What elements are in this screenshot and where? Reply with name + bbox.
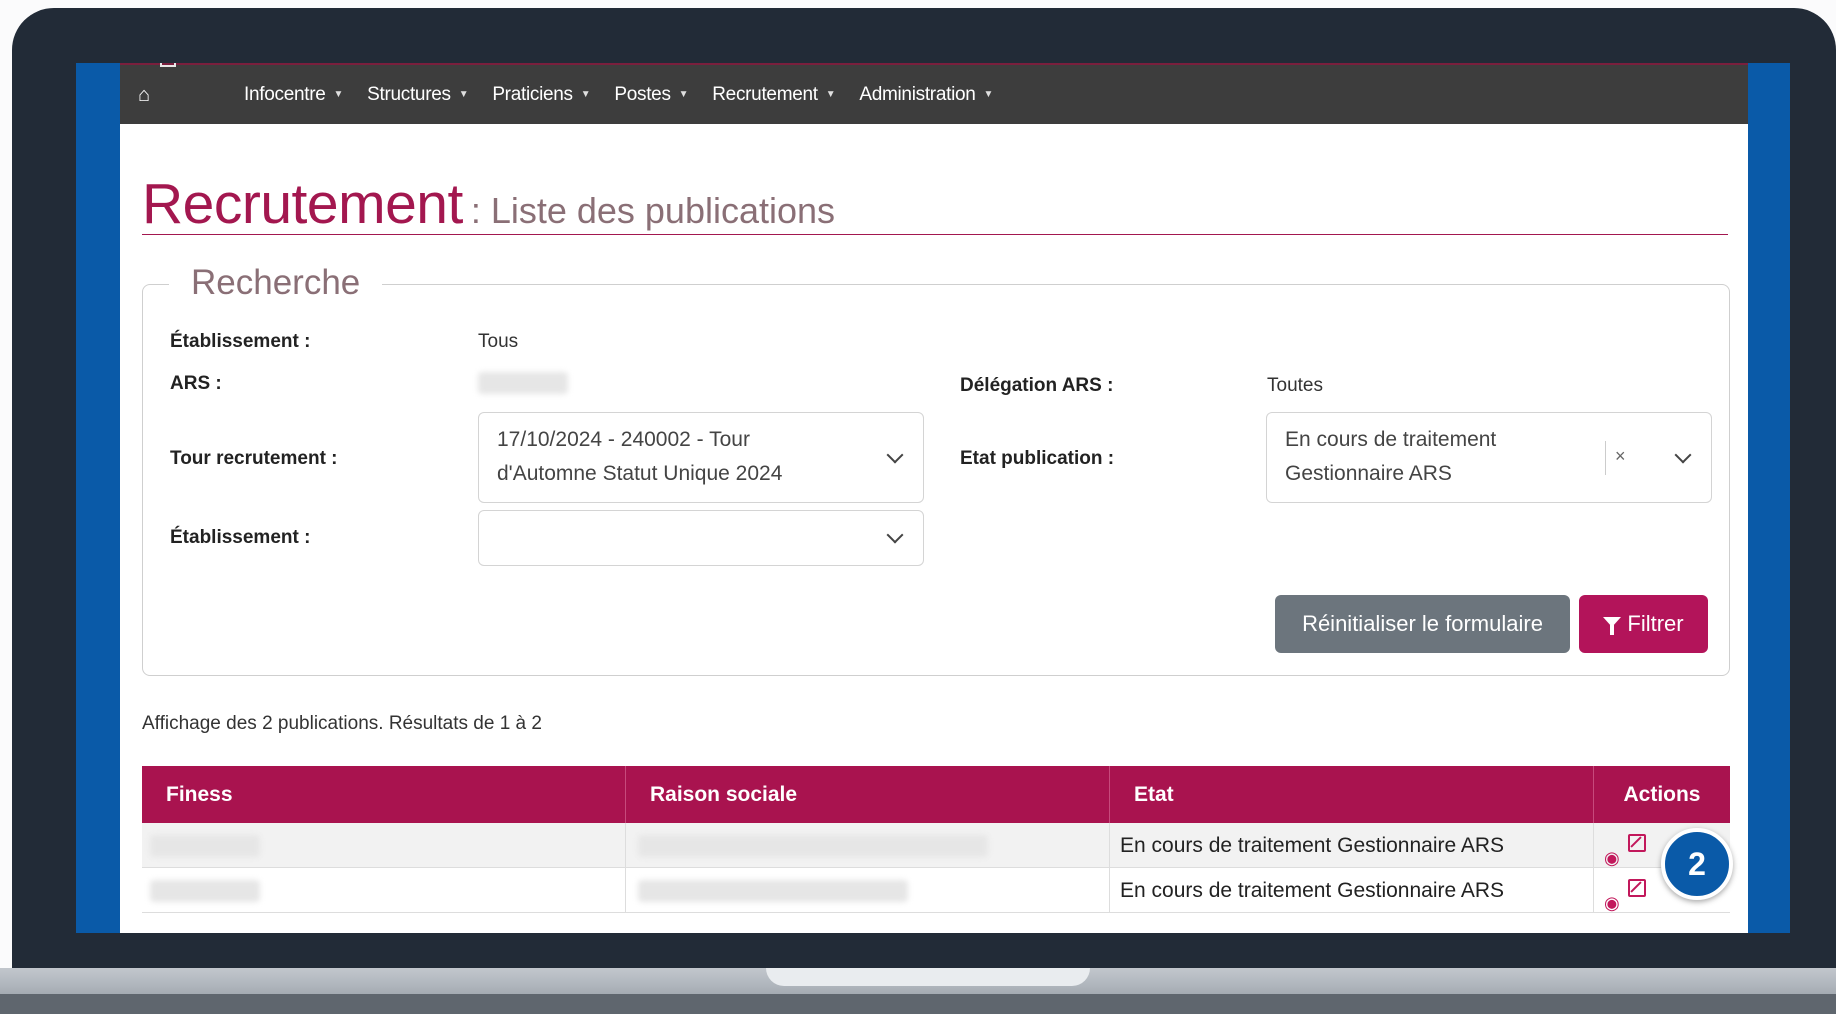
table-header: Finess Raison sociale Etat Actions [142, 766, 1730, 823]
raison-sociale-redacted [638, 835, 988, 857]
col-finess: Finess [142, 766, 626, 823]
home-icon[interactable]: ⌂ [138, 85, 160, 105]
cell-finess [142, 823, 626, 868]
caret-down-icon: ▼ [678, 89, 689, 100]
laptop-notch [766, 968, 1090, 986]
finess-redacted [150, 835, 260, 857]
col-actions: Actions [1623, 783, 1701, 806]
step-badge: 2 [1661, 828, 1733, 900]
laptop-shadow [0, 994, 1836, 1014]
etablissement-value: Tous [478, 331, 519, 352]
nav-item-label: Postes [614, 83, 671, 105]
table-row: En cours de traitement Gestionnaire ARS … [142, 868, 1730, 913]
nav-item-label: Infocentre [244, 83, 326, 105]
select-divider [1605, 441, 1606, 475]
cell-finess [142, 868, 626, 913]
tour-select-line2: d'Automne Statut Unique 2024 [497, 462, 783, 485]
delegation-label: Délégation ARS : [960, 375, 1114, 396]
etat-select-line1: En cours de traitement [1285, 428, 1497, 451]
results-info: Affichage des 2 publications. Résultats … [142, 713, 542, 734]
ars-label: ARS : [170, 373, 222, 394]
finess-redacted [150, 880, 260, 902]
nav-menu: Infocentre ▼ Structures ▼ Praticiens ▼ P… [244, 65, 993, 124]
laptop-frame: ⌂ Infocentre ▼ Structures ▼ Praticiens ▼ [0, 0, 1836, 1014]
page-title: Recrutement [142, 172, 463, 236]
etablissement2-label: Établissement : [170, 527, 311, 548]
etablissement-label: Établissement : [170, 331, 311, 352]
cell-raison-sociale [626, 868, 1110, 913]
tour-select[interactable]: 17/10/2024 - 240002 - Tour d'Automne Sta… [478, 412, 924, 503]
nav-item-praticiens[interactable]: Praticiens ▼ [492, 84, 590, 106]
main-navbar: ⌂ Infocentre ▼ Structures ▼ Praticiens ▼ [120, 63, 1748, 124]
tour-label: Tour recrutement : [170, 448, 338, 469]
ars-value-redacted [478, 372, 568, 394]
eye-icon[interactable]: ◉ [1604, 881, 1620, 926]
etat-select[interactable]: En cours de traitement Gestionnaire ARS … [1266, 412, 1712, 503]
nav-item-administration[interactable]: Administration ▼ [859, 84, 993, 106]
caret-down-icon: ▼ [333, 89, 344, 100]
caret-down-icon: ▼ [580, 89, 591, 100]
nav-item-structures[interactable]: Structures ▼ [367, 84, 468, 106]
edit-icon[interactable] [1628, 834, 1646, 852]
chevron-down-icon [1674, 446, 1692, 464]
nav-item-label: Praticiens [492, 83, 573, 105]
app-page: ⌂ Infocentre ▼ Structures ▼ Praticiens ▼ [120, 63, 1748, 933]
nav-item-postes[interactable]: Postes ▼ [614, 84, 688, 106]
screen: ⌂ Infocentre ▼ Structures ▼ Praticiens ▼ [76, 63, 1790, 933]
col-etat: Etat [1110, 766, 1594, 823]
reset-form-button[interactable]: Réinitialiser le formulaire [1275, 595, 1570, 653]
caret-down-icon: ▼ [458, 89, 469, 100]
tour-select-line1: 17/10/2024 - 240002 - Tour [497, 428, 750, 451]
caret-down-icon: ▼ [983, 89, 994, 100]
filter-button[interactable]: Filtrer [1579, 595, 1708, 653]
nav-item-label: Administration [859, 83, 976, 105]
edit-icon[interactable] [1628, 879, 1646, 897]
chevron-down-icon [886, 446, 904, 464]
etat-label: Etat publication : [960, 448, 1115, 469]
filter-button-label: Filtrer [1627, 611, 1684, 636]
nav-item-label: Structures [367, 83, 451, 105]
page-subtitle: : Liste des publications [470, 190, 836, 231]
clear-selection-icon[interactable]: × [1615, 446, 1626, 467]
nav-item-infocentre[interactable]: Infocentre ▼ [244, 84, 343, 106]
nav-stub [160, 63, 176, 67]
funnel-icon [1603, 617, 1622, 635]
raison-sociale-redacted [638, 880, 908, 902]
nav-item-label: Recrutement [712, 83, 818, 105]
page-header: Recrutement: Liste des publications [142, 171, 1728, 236]
cell-etat: En cours de traitement Gestionnaire ARS [1110, 868, 1594, 913]
search-legend: Recherche [169, 263, 383, 303]
table-row: En cours de traitement Gestionnaire ARS … [142, 823, 1730, 868]
cell-raison-sociale [626, 823, 1110, 868]
col-raison-sociale: Raison sociale [626, 766, 1110, 823]
nav-item-recrutement[interactable]: Recrutement ▼ [712, 84, 835, 106]
cell-etat: En cours de traitement Gestionnaire ARS [1110, 823, 1594, 868]
caret-down-icon: ▼ [825, 89, 836, 100]
etablissement-select[interactable] [478, 510, 924, 566]
chevron-down-icon [886, 526, 904, 544]
etat-select-line2: Gestionnaire ARS [1285, 462, 1452, 485]
delegation-value: Toutes [1267, 375, 1323, 396]
